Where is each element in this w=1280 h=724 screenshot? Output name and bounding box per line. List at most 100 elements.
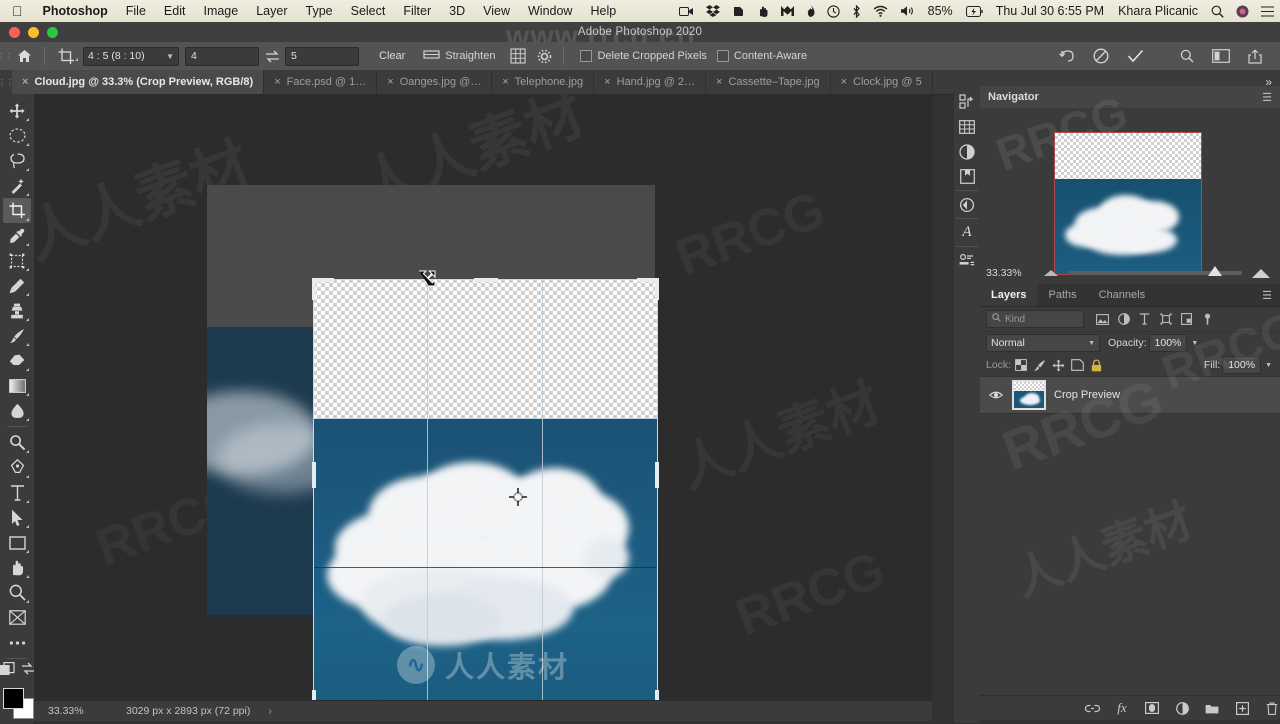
siri-icon[interactable]: [1230, 5, 1255, 18]
foreground-color-swatch[interactable]: [3, 688, 24, 709]
new-layer-icon[interactable]: [1234, 700, 1250, 716]
content-aware-checkbox[interactable]: Content-Aware: [716, 50, 807, 62]
crop-handle-top-right-v[interactable]: [655, 278, 659, 300]
quick-mask-icon[interactable]: [0, 662, 15, 681]
tab-oanges-jpg[interactable]: × Oanges.jpg @…: [377, 70, 493, 94]
fx-icon[interactable]: fx: [1114, 700, 1130, 716]
smartobject-filter-icon[interactable]: [1176, 309, 1197, 329]
history-actions-icon[interactable]: [955, 89, 979, 114]
crop-width-input[interactable]: 4: [185, 46, 259, 66]
swap-arrows-icon[interactable]: [259, 50, 285, 63]
delete-layer-icon[interactable]: [1264, 700, 1280, 716]
navigator-thumbnail[interactable]: [1054, 132, 1202, 275]
crop-handle-top-left-v[interactable]: [312, 278, 316, 300]
toggle-filter-icon[interactable]: [1197, 309, 1218, 329]
close-icon[interactable]: ×: [22, 76, 28, 88]
dropbox-icon[interactable]: [700, 5, 726, 17]
crop-tool[interactable]: [3, 198, 31, 223]
lock-transparent-pixels-icon[interactable]: [1011, 356, 1030, 374]
brush-tool[interactable]: [3, 323, 31, 348]
crop-handle-left-middle[interactable]: [312, 462, 316, 488]
crop-overlay-grid-icon[interactable]: [505, 48, 531, 64]
dodge-tool[interactable]: [3, 430, 31, 455]
hand-tool[interactable]: [3, 555, 31, 580]
close-icon[interactable]: ×: [502, 76, 508, 88]
layer-mask-icon[interactable]: [1144, 700, 1160, 716]
gear-icon[interactable]: [531, 49, 557, 64]
menu-item-help[interactable]: Help: [581, 4, 625, 18]
layer-thumbnail[interactable]: [1012, 380, 1046, 410]
path-selection-tool[interactable]: [3, 505, 31, 530]
screen-recorder-icon[interactable]: [673, 6, 700, 17]
lock-all-icon[interactable]: [1087, 356, 1106, 374]
tab-paths[interactable]: Paths: [1037, 284, 1087, 306]
arrange-documents-icon[interactable]: [1204, 49, 1238, 63]
lasso-tool[interactable]: [3, 148, 31, 173]
menu-item-window[interactable]: Window: [519, 4, 581, 18]
type-filter-icon[interactable]: [1134, 309, 1155, 329]
large-mountain-icon[interactable]: [1252, 268, 1270, 278]
menu-item-view[interactable]: View: [474, 4, 519, 18]
close-icon[interactable]: ×: [604, 76, 610, 88]
reset-icon[interactable]: [1050, 49, 1084, 64]
straighten-button[interactable]: Straighten: [423, 48, 495, 64]
close-icon[interactable]: ×: [841, 76, 847, 88]
color-swatches[interactable]: [2, 687, 34, 719]
link-layers-icon[interactable]: [1084, 700, 1100, 716]
fill-value[interactable]: 100%: [1222, 356, 1262, 374]
new-group-icon[interactable]: [1204, 700, 1220, 716]
crop-tool-icon[interactable]: [51, 48, 81, 65]
adjustment-filter-icon[interactable]: [1113, 309, 1134, 329]
panel-menu-icon[interactable]: ☰: [1254, 284, 1280, 306]
close-icon[interactable]: ×: [716, 76, 722, 88]
close-icon[interactable]: ×: [387, 76, 393, 88]
chevron-down-icon[interactable]: ▼: [1191, 340, 1198, 347]
panel-menu-icon[interactable]: ☰: [1262, 91, 1272, 104]
tab-face-psd[interactable]: × Face.psd @ 1…: [264, 70, 378, 94]
close-icon[interactable]: ×: [274, 76, 280, 88]
tab-channels[interactable]: Channels: [1088, 284, 1156, 306]
tab-bar-grip[interactable]: ⋮⋮: [0, 70, 14, 94]
navigator-zoom-value[interactable]: 33.33%: [980, 267, 1044, 279]
layer-name[interactable]: Crop Preview: [1054, 389, 1120, 401]
search-icon[interactable]: [1170, 49, 1204, 63]
chevron-down-icon[interactable]: ▼: [1265, 362, 1272, 369]
clone-stamp-tool[interactable]: [3, 298, 31, 323]
options-bar-grip[interactable]: ⋮⋮: [0, 42, 13, 70]
screen-mode-icon[interactable]: [21, 662, 35, 681]
swatches-grid-icon[interactable]: [955, 114, 979, 139]
navigator-zoom-slider[interactable]: [1068, 266, 1242, 276]
tab-clock-jpg[interactable]: × Clock.jpg @ 5: [830, 70, 933, 94]
blur-tool[interactable]: [3, 398, 31, 423]
crop-ratio-dropdown[interactable]: 4 : 5 (8 : 10) ▼: [83, 46, 179, 66]
chevron-right-icon[interactable]: ›: [268, 706, 271, 717]
eraser-tool[interactable]: [3, 348, 31, 373]
home-icon[interactable]: [10, 49, 38, 63]
crop-height-input[interactable]: 5: [285, 46, 359, 66]
crop-handle-right-middle[interactable]: [655, 462, 659, 488]
spotlight-search-icon[interactable]: [1205, 5, 1230, 18]
eyedropper-tool[interactable]: [3, 223, 31, 248]
evernote-icon[interactable]: [726, 5, 751, 17]
zoom-tool[interactable]: [3, 580, 31, 605]
battery-icon[interactable]: [960, 5, 989, 17]
mega-icon[interactable]: [775, 5, 800, 17]
adjustment-layer-icon[interactable]: [1174, 700, 1190, 716]
lock-position-icon[interactable]: [1049, 356, 1068, 374]
crop-handle-top-center[interactable]: [474, 278, 498, 282]
menu-item-file[interactable]: File: [117, 4, 155, 18]
rectangle-tool[interactable]: [3, 530, 31, 555]
tab-hand-jpg[interactable]: × Hand.jpg @ 2…: [594, 70, 707, 94]
navigator-body[interactable]: RRCG: [980, 85, 1280, 276]
menu-item-photoshop[interactable]: Photoshop: [34, 4, 117, 18]
delete-cropped-pixels-checkbox[interactable]: Delete Cropped Pixels: [580, 50, 707, 62]
menu-item-type[interactable]: Type: [297, 4, 342, 18]
libraries-icon[interactable]: [955, 164, 979, 189]
history-icon[interactable]: [955, 192, 979, 217]
small-mountain-icon[interactable]: [1044, 270, 1058, 276]
properties-icon[interactable]: [955, 248, 979, 273]
slider-thumb[interactable]: [1208, 266, 1222, 276]
spot-healing-brush-tool[interactable]: [3, 273, 31, 298]
crop-selection[interactable]: [312, 270, 659, 700]
tab-telephone-jpg[interactable]: × Telephone.jpg: [492, 70, 595, 94]
